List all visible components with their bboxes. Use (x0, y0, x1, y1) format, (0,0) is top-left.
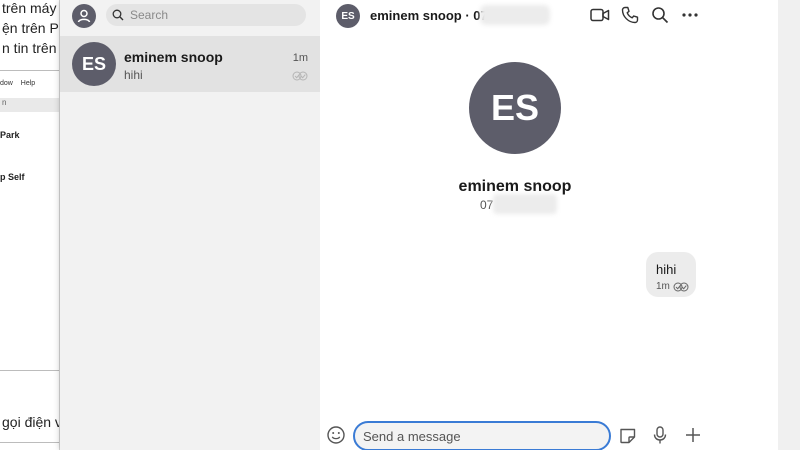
chat-header: ES eminem snoop · 0767 (320, 0, 710, 30)
bg-call-text: gọi điện vi (2, 414, 60, 430)
seen-check-icon (673, 279, 689, 297)
background-scrollbar-strip (778, 0, 800, 450)
profile-icon (77, 9, 91, 23)
search-icon (112, 9, 124, 21)
bg-list-item: p Self (0, 172, 25, 182)
contact-phone: 07 (480, 198, 494, 212)
microphone-icon (653, 426, 667, 444)
search-input[interactable] (130, 8, 290, 22)
redaction (493, 194, 557, 214)
message-text: hihi (656, 262, 677, 277)
search-box[interactable] (106, 4, 306, 26)
redaction (480, 5, 550, 25)
bg-text-line: n tin trên S (2, 40, 59, 56)
bg-list-item: Park (0, 130, 20, 140)
chat-search-icon (652, 7, 669, 24)
sticker-icon (620, 428, 636, 444)
phone-call-button[interactable] (620, 5, 640, 25)
conversation-item[interactable]: ES eminem snoop hihi 1m (60, 36, 320, 92)
sent-message[interactable]: hihi 1m (646, 252, 696, 297)
emoji-icon (327, 426, 345, 444)
bg-text-line: ện trên PC (2, 20, 59, 36)
header-actions (590, 5, 700, 25)
video-call-button[interactable] (590, 5, 610, 25)
bg-text-line: trên máy (2, 0, 57, 16)
sticker-button[interactable] (618, 426, 638, 446)
conversation-sidebar: ES eminem snoop hihi 1m (60, 0, 320, 450)
bg-divider (0, 370, 59, 371)
bg-menu-bar: dow Help (0, 80, 59, 92)
phone-call-icon (621, 6, 639, 24)
chat-panel: ES eminem snoop · 0767 ES eminem snoop 0… (320, 0, 710, 450)
add-attachment-button[interactable] (683, 425, 703, 445)
profile-button[interactable] (72, 4, 96, 28)
messenger-window: ES eminem snoop hihi 1m ES eminem snoop … (60, 0, 710, 450)
bg-menu-help: Help (20, 80, 36, 87)
bg-divider (0, 70, 59, 71)
plus-icon (686, 428, 700, 442)
contact-avatar[interactable]: ES (469, 62, 561, 154)
background-document: trên máy ện trên PC n tin trên S dow Hel… (0, 0, 60, 450)
avatar[interactable]: ES (336, 4, 360, 28)
emoji-button[interactable] (326, 425, 346, 445)
conversation-preview: hihi (124, 68, 143, 82)
more-button[interactable] (680, 5, 700, 25)
conversation-name: eminem snoop (124, 49, 223, 65)
message-composer (320, 420, 710, 450)
bg-menu-window: dow (0, 80, 13, 87)
message-time: 1m (656, 281, 670, 292)
bg-divider (0, 442, 59, 443)
conversation-time: 1m (292, 52, 308, 64)
message-input[interactable] (353, 421, 611, 450)
avatar: ES (72, 42, 116, 86)
microphone-button[interactable] (650, 425, 670, 445)
more-icon (682, 13, 698, 17)
seen-check-icon (292, 68, 308, 86)
video-call-icon (590, 8, 610, 22)
bg-highlight-row: n (0, 98, 59, 112)
chat-search-button[interactable] (650, 5, 670, 25)
